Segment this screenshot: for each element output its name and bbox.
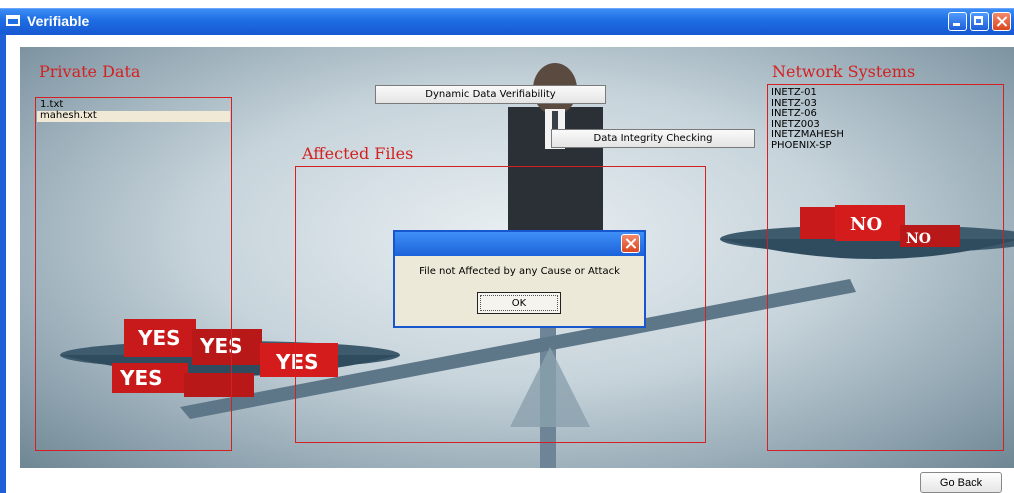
window-titlebar: Verifiable — [0, 8, 1014, 35]
window-title: Verifiable — [27, 13, 90, 29]
private-data-box — [35, 97, 232, 451]
message-dialog: File not Affected by any Cause or Attack… — [393, 230, 646, 328]
maximize-button[interactable] — [970, 12, 989, 31]
window-frame-left — [0, 34, 6, 493]
window-icon — [6, 15, 20, 26]
network-item[interactable]: INETZ-01 — [771, 88, 1001, 99]
go-back-button[interactable]: Go Back — [920, 472, 1002, 493]
affected-files-heading: Affected Files — [302, 144, 414, 163]
ok-button[interactable]: OK — [477, 292, 561, 314]
dialog-titlebar — [395, 232, 644, 256]
file-item-selected[interactable]: mahesh.txt — [37, 111, 230, 122]
private-data-heading: Private Data — [39, 62, 141, 81]
dialog-message: File not Affected by any Cause or Attack — [419, 266, 620, 277]
dialog-close-icon[interactable] — [621, 234, 640, 253]
network-item[interactable]: INETZMAHESH — [771, 130, 1001, 141]
close-button[interactable] — [992, 12, 1011, 31]
data-integrity-checking-button[interactable]: Data Integrity Checking — [551, 129, 755, 148]
network-item[interactable]: PHOENIX-SP — [771, 140, 1001, 152]
network-systems-list[interactable]: INETZ-01 INETZ-03 INETZ-06 INETZ003 INET… — [771, 88, 1001, 151]
minimize-button[interactable] — [948, 12, 967, 31]
network-item[interactable]: INETZ-06 — [771, 109, 1001, 120]
private-data-list[interactable]: 1.txt mahesh.txt — [37, 100, 230, 122]
network-systems-heading: Network Systems — [772, 62, 916, 81]
dynamic-data-verifiability-button[interactable]: Dynamic Data Verifiability — [375, 85, 606, 104]
